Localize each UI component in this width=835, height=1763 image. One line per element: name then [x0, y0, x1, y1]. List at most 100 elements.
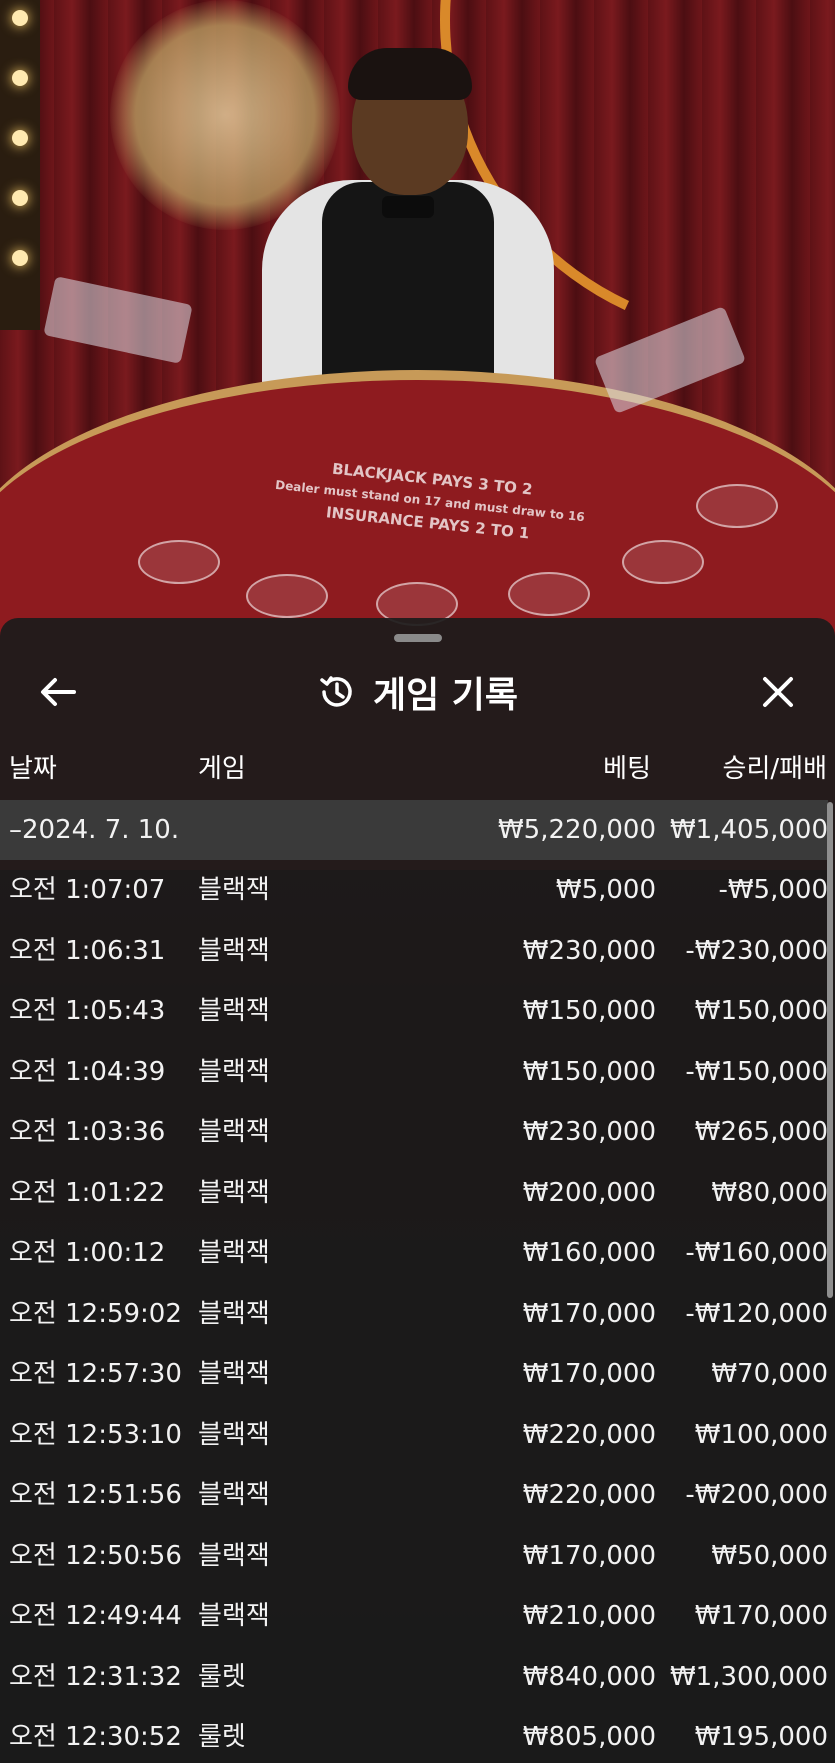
sheet-drag-handle[interactable] — [394, 634, 442, 642]
summary-result: ₩1,405,000 — [669, 815, 828, 845]
row-time: 오전 1:03:36 — [9, 1117, 166, 1147]
table-row[interactable]: 오전 1:04:39 블랙잭 ₩150,000 -₩150,000 — [0, 1042, 828, 1102]
table-row[interactable]: 오전 1:03:36 블랙잭 ₩230,000 ₩265,000 — [0, 1102, 828, 1162]
history-clock-icon — [320, 676, 352, 707]
seat-marker — [622, 540, 704, 584]
row-time: 오전 1:07:07 — [9, 875, 166, 905]
table-row[interactable]: 오전 12:50:56 블랙잭 ₩170,000 ₩50,000 — [0, 1526, 828, 1586]
row-bet: ₩150,000 — [522, 996, 656, 1026]
dealer-bowtie — [382, 196, 434, 218]
row-result: -₩150,000 — [685, 1056, 828, 1087]
column-header-result[interactable]: 승리/패배 — [723, 748, 827, 785]
row-time: 오전 12:30:52 — [9, 1722, 182, 1752]
marquee-lights — [0, 0, 40, 330]
sheet-title: 게임 기록 — [372, 675, 518, 716]
row-bet: ₩840,000 — [522, 1661, 656, 1692]
seat-marker — [508, 572, 590, 616]
row-bet: ₩160,000 — [522, 1238, 656, 1268]
row-bet: ₩230,000 — [522, 935, 656, 966]
table-row[interactable]: 오전 12:53:10 블랙잭 ₩220,000 ₩100,000 — [0, 1405, 828, 1465]
row-bet: ₩5,000 — [555, 875, 656, 905]
column-header-game[interactable]: 게임 — [198, 748, 246, 785]
row-bet: ₩220,000 — [522, 1480, 656, 1510]
row-game: 룰렛 — [198, 1661, 246, 1692]
seat-marker — [696, 484, 778, 528]
seat-marker — [138, 540, 220, 584]
row-time: 오전 12:49:44 — [9, 1601, 182, 1631]
row-bet: ₩805,000 — [522, 1722, 656, 1752]
row-bet: ₩170,000 — [522, 1359, 656, 1389]
row-game: 블랙잭 — [198, 1601, 270, 1631]
row-time: 오전 12:59:02 — [9, 1298, 182, 1329]
row-bet: ₩210,000 — [522, 1601, 656, 1631]
row-time: 오전 12:53:10 — [9, 1419, 182, 1450]
row-time: 오전 12:50:56 — [9, 1540, 182, 1571]
row-result: ₩265,000 — [694, 1117, 828, 1147]
row-time: 오전 1:05:43 — [9, 996, 166, 1026]
row-game: 블랙잭 — [198, 875, 270, 905]
row-time: 오전 1:00:12 — [9, 1238, 166, 1268]
row-time: 오전 12:51:56 — [9, 1480, 182, 1510]
row-result: -₩5,000 — [718, 875, 828, 905]
row-game: 블랙잭 — [198, 935, 270, 966]
row-game: 룰렛 — [198, 1722, 246, 1752]
row-bet: ₩220,000 — [522, 1419, 656, 1450]
arrow-left-icon — [41, 678, 76, 706]
row-game: 블랙잭 — [198, 1359, 270, 1389]
column-header-date[interactable]: 날짜 — [9, 748, 57, 785]
table-row[interactable]: 오전 12:57:30 블랙잭 ₩170,000 ₩70,000 — [0, 1344, 828, 1404]
row-game: 블랙잭 — [198, 1056, 270, 1087]
row-time: 오전 12:57:30 — [9, 1359, 182, 1389]
row-bet: ₩170,000 — [522, 1540, 656, 1571]
table-row[interactable]: 오전 1:05:43 블랙잭 ₩150,000 ₩150,000 — [0, 981, 828, 1041]
summary-bet: ₩5,220,000 — [497, 815, 656, 845]
table-row[interactable]: 오전 12:51:56 블랙잭 ₩220,000 -₩200,000 — [0, 1465, 828, 1525]
date-summary-row[interactable]: –2024. 7. 10. ₩5,220,000 ₩1,405,000 — [0, 800, 828, 860]
table-row[interactable]: 오전 1:07:07 블랙잭 ₩5,000 -₩5,000 — [0, 860, 828, 920]
row-bet: ₩170,000 — [522, 1298, 656, 1329]
table-row[interactable]: 오전 12:49:44 블랙잭 ₩210,000 ₩170,000 — [0, 1586, 828, 1646]
row-result: ₩80,000 — [711, 1177, 828, 1208]
row-result: ₩1,300,000 — [669, 1661, 828, 1692]
scrollbar[interactable] — [827, 802, 833, 1298]
row-game: 블랙잭 — [198, 1238, 270, 1268]
row-result: ₩195,000 — [694, 1722, 828, 1752]
row-game: 블랙잭 — [198, 1177, 270, 1208]
row-bet: ₩230,000 — [522, 1117, 656, 1147]
row-game: 블랙잭 — [198, 1419, 270, 1450]
table-row[interactable]: 오전 12:59:02 블랙잭 ₩170,000 -₩120,000 — [0, 1284, 828, 1344]
row-result: ₩70,000 — [711, 1359, 828, 1389]
row-result: -₩120,000 — [685, 1298, 828, 1329]
row-time: 오전 12:31:32 — [9, 1661, 182, 1692]
close-icon — [763, 677, 793, 707]
row-game: 블랙잭 — [198, 1540, 270, 1571]
row-game: 블랙잭 — [198, 1298, 270, 1329]
row-result: -₩230,000 — [685, 935, 828, 966]
table-row[interactable]: 오전 1:00:12 블랙잭 ₩160,000 -₩160,000 — [0, 1223, 828, 1283]
back-button[interactable] — [34, 668, 82, 716]
row-game: 블랙잭 — [198, 1117, 270, 1147]
seat-marker — [246, 574, 328, 618]
row-result: ₩150,000 — [694, 996, 828, 1026]
row-result: ₩100,000 — [694, 1419, 828, 1450]
table-row[interactable]: 오전 1:06:31 블랙잭 ₩230,000 -₩230,000 — [0, 921, 828, 981]
row-result: -₩200,000 — [685, 1480, 828, 1510]
table-row[interactable]: 오전 12:30:52 룰렛 ₩805,000 ₩195,000 — [0, 1707, 828, 1763]
row-game: 블랙잭 — [198, 1480, 270, 1510]
row-result: ₩170,000 — [694, 1601, 828, 1631]
dealer-hair — [348, 48, 472, 100]
row-time: 오전 1:01:22 — [9, 1177, 166, 1208]
row-time: 오전 1:06:31 — [9, 935, 166, 966]
row-bet: ₩200,000 — [522, 1177, 656, 1208]
close-button[interactable] — [754, 668, 802, 716]
sheet-header: 게임 기록 — [0, 652, 835, 732]
table-row[interactable]: 오전 1:01:22 블랙잭 ₩200,000 ₩80,000 — [0, 1163, 828, 1223]
summary-date: –2024. 7. 10. — [9, 815, 180, 845]
row-bet: ₩150,000 — [522, 1056, 656, 1087]
row-result: ₩50,000 — [711, 1540, 828, 1571]
game-history-sheet: 게임 기록 날짜 게임 베팅 승리/패배 –2024. 7. 10. ₩5,22… — [0, 618, 835, 1763]
row-result: -₩160,000 — [685, 1238, 828, 1268]
row-game: 블랙잭 — [198, 996, 270, 1026]
column-header-bet[interactable]: 베팅 — [603, 748, 651, 785]
table-row[interactable]: 오전 12:31:32 룰렛 ₩840,000 ₩1,300,000 — [0, 1647, 828, 1707]
